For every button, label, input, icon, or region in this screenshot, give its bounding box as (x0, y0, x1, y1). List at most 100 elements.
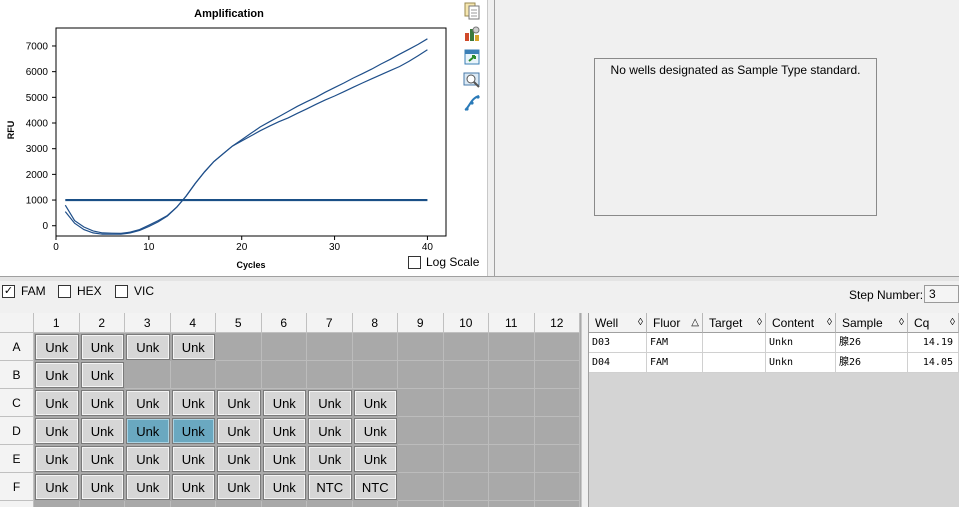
plate-well-empty[interactable] (307, 501, 353, 507)
plate-well[interactable]: Unk (171, 334, 215, 360)
results-cell[interactable]: D04 (589, 353, 647, 373)
fluor-hex-toggle[interactable]: HEX (58, 284, 102, 298)
plate-well-empty[interactable] (443, 445, 489, 473)
plate-well[interactable]: Unk (35, 362, 79, 388)
plate-row-header[interactable]: B (0, 361, 34, 389)
plate-row-header[interactable]: C (0, 389, 34, 417)
plate-well-empty[interactable] (171, 501, 216, 507)
fluor-fam-checkbox[interactable]: ✓ (2, 284, 15, 298)
plate-well[interactable]: Unk (80, 390, 124, 416)
plate-well[interactable]: Unk (353, 418, 397, 444)
step-number-field[interactable]: 3 (924, 285, 959, 303)
results-column-header[interactable]: Content ◊ (766, 313, 836, 333)
plate-well-empty[interactable] (444, 501, 489, 507)
results-column-header[interactable]: Fluor △ (647, 313, 703, 333)
sort-icon[interactable]: ◊ (950, 313, 955, 333)
plate-well-empty[interactable] (398, 473, 444, 501)
plate-well[interactable]: Unk (35, 334, 79, 360)
plate-column-header[interactable]: 2 (79, 313, 125, 333)
plate-splitter[interactable] (581, 313, 589, 507)
plate-well-empty[interactable] (489, 445, 535, 473)
plate-well[interactable]: Unk (262, 474, 306, 500)
plate-well[interactable]: Unk (171, 446, 215, 472)
results-cell[interactable]: FAM (647, 333, 703, 353)
plate-well-empty[interactable] (489, 333, 535, 361)
results-cell[interactable]: 腺26 (836, 333, 908, 353)
plate-well-empty[interactable] (398, 333, 444, 361)
results-cell[interactable]: Unkn (766, 353, 836, 373)
results-cell[interactable]: D03 (589, 333, 647, 353)
plate-well-empty[interactable] (443, 473, 489, 501)
plate-column-header[interactable]: 8 (352, 313, 398, 333)
sort-icon[interactable]: ◊ (827, 313, 832, 333)
plate-well-empty[interactable] (489, 473, 535, 501)
results-cell[interactable] (703, 333, 766, 353)
plate-well[interactable]: Unk (80, 362, 124, 388)
results-cell[interactable]: 腺26 (836, 353, 908, 373)
copy-icon[interactable] (463, 2, 481, 20)
curve-icon[interactable] (463, 94, 481, 112)
plate-well-empty[interactable] (534, 473, 580, 501)
plate-well-empty[interactable] (398, 501, 444, 507)
plate-column-header[interactable]: 12 (534, 313, 580, 333)
sort-icon[interactable]: △ (691, 313, 699, 333)
results-column-header[interactable]: Target ◊ (703, 313, 766, 333)
plate-well[interactable]: Unk (126, 334, 170, 360)
plate-well-empty[interactable] (534, 417, 580, 445)
plate-well[interactable]: Unk (80, 418, 124, 444)
results-column-header[interactable]: Sample ◊ (836, 313, 908, 333)
plate-well-empty[interactable] (534, 445, 580, 473)
plate-well[interactable]: NTC (308, 474, 352, 500)
amplification-chart[interactable]: Amplification 0 10 20 30 40 0 1000 2000 3000 4000… (0, 0, 487, 276)
plate-well[interactable]: Unk (262, 418, 306, 444)
chart-settings-icon[interactable] (463, 25, 481, 43)
plate-well-empty[interactable] (443, 361, 489, 389)
plate-well[interactable]: NTC (353, 474, 397, 500)
plate-well-empty[interactable] (262, 501, 307, 507)
plate-well-empty[interactable] (534, 389, 580, 417)
plate-well[interactable]: Unk (353, 446, 397, 472)
plate-column-header[interactable]: 3 (125, 313, 171, 333)
plate-row-header[interactable]: D (0, 417, 34, 445)
plate-well-empty[interactable] (216, 501, 262, 507)
plate-well[interactable]: Unk (35, 390, 79, 416)
plate-well-empty[interactable] (352, 361, 398, 389)
plate-column-header[interactable]: 9 (398, 313, 444, 333)
log-scale-toggle[interactable]: Log Scale (408, 255, 479, 269)
sort-icon[interactable]: ◊ (757, 313, 762, 333)
plate-well[interactable]: Unk (126, 474, 170, 500)
fluor-vic-checkbox[interactable] (115, 284, 128, 298)
plate-well-empty[interactable] (443, 333, 489, 361)
plate-row-header[interactable]: F (0, 473, 34, 501)
plate-well-empty[interactable] (534, 333, 580, 361)
plate-well-empty[interactable] (307, 361, 353, 389)
plate-well[interactable]: Unk (35, 446, 79, 472)
plate-well[interactable]: Unk (80, 474, 124, 500)
plate-row-header[interactable]: A (0, 333, 34, 361)
results-column-header[interactable]: Well ◊ (589, 313, 647, 333)
plate-well[interactable]: Unk (353, 390, 397, 416)
plate-well-empty[interactable] (489, 501, 535, 507)
plate-well-empty[interactable] (489, 389, 535, 417)
results-cell[interactable]: FAM (647, 353, 703, 373)
plate-well[interactable]: Unk (308, 418, 352, 444)
plate-well-empty[interactable] (170, 361, 216, 389)
plate-well-empty[interactable] (80, 501, 125, 507)
fluor-fam-toggle[interactable]: ✓ FAM (2, 284, 46, 298)
plate-well-empty[interactable] (443, 389, 489, 417)
plate-well-empty[interactable] (125, 361, 171, 389)
results-cell[interactable]: 14.05 (908, 353, 959, 373)
plate-well[interactable]: Unk (308, 446, 352, 472)
plate-well[interactable]: Unk (262, 390, 306, 416)
plate-well-empty[interactable] (352, 333, 398, 361)
plate-column-header[interactable]: 11 (489, 313, 535, 333)
plate-column-header[interactable]: 5 (216, 313, 262, 333)
results-cell[interactable]: 14.19 (908, 333, 959, 353)
plate-well-empty[interactable] (261, 333, 307, 361)
results-cell[interactable]: Unkn (766, 333, 836, 353)
plate-well[interactable]: Unk (35, 418, 79, 444)
plate-well-empty[interactable] (261, 361, 307, 389)
plate-column-header[interactable]: 4 (170, 313, 216, 333)
horizontal-splitter[interactable] (0, 276, 959, 281)
plate-well-empty[interactable] (534, 361, 580, 389)
